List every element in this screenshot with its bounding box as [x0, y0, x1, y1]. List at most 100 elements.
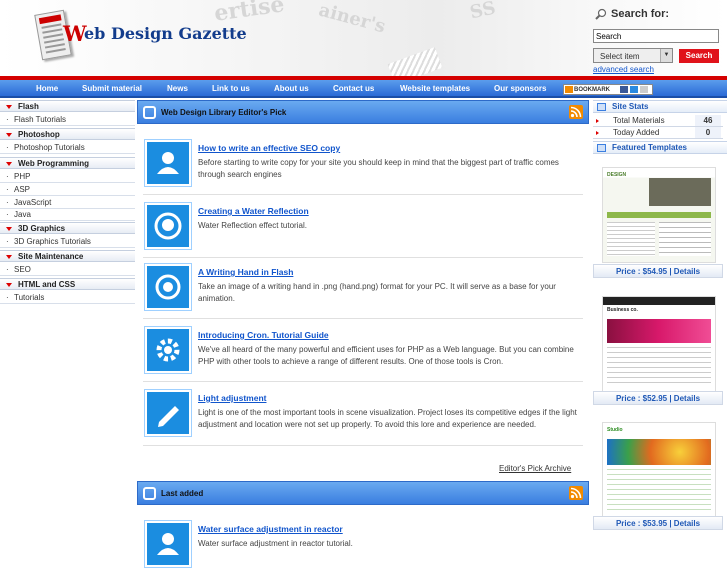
rss-icon[interactable] — [569, 486, 583, 500]
template-details-link[interactable]: Details — [674, 267, 700, 276]
editors-pick-header: Web Design Library Editor's Pick — [137, 100, 589, 124]
category-label: Flash — [18, 102, 39, 111]
stats-icon — [597, 103, 606, 111]
advanced-search-link[interactable]: advanced search — [593, 65, 654, 74]
user-icon[interactable] — [144, 520, 192, 568]
refresh-icon[interactable] — [144, 263, 192, 311]
template-thumbnail[interactable]: Studio — [602, 422, 716, 518]
category-select[interactable]: Select item ▼ — [593, 48, 673, 63]
stat-label: Total Materials — [613, 116, 665, 125]
user-icon[interactable] — [144, 139, 192, 187]
category-label: Photoshop — [18, 130, 60, 139]
article-desc: We've all heard of the many powerful and… — [198, 345, 574, 366]
last-added-title: Last added — [161, 489, 204, 498]
nav-about-us[interactable]: About us — [274, 84, 309, 93]
sidebar-item-java[interactable]: · Java — [0, 209, 135, 221]
category-3d-graphics[interactable]: 3D Graphics — [0, 222, 135, 234]
article-item: A Writing Hand in Flash Take an image of… — [143, 263, 583, 319]
category-label: HTML and CSS — [18, 280, 76, 289]
nav-news[interactable]: News — [167, 84, 188, 93]
template-price: Price : $53.95 — [615, 519, 668, 528]
template-details-link[interactable]: Details — [674, 394, 700, 403]
template-thumbnail[interactable]: Business co. — [602, 296, 716, 392]
expand-icon — [6, 227, 12, 231]
nav-link-to-us[interactable]: Link to us — [212, 84, 250, 93]
expand-icon — [6, 133, 12, 137]
category-select-value: Select item — [600, 52, 640, 61]
search-input[interactable] — [593, 29, 719, 43]
sidebar-item-label: JavaScript — [14, 198, 52, 207]
article-title[interactable]: Creating a Water Reflection — [198, 206, 309, 216]
article-desc: Water surface adjustment in reactor tuto… — [198, 539, 353, 548]
article-title[interactable]: Water surface adjustment in reactor — [198, 524, 343, 534]
facebook-icon — [620, 86, 628, 93]
expand-icon — [6, 162, 12, 166]
rss-icon[interactable] — [569, 105, 583, 119]
template-brand: Studio — [607, 427, 623, 433]
last-added-header: Last added — [137, 481, 589, 505]
nav-home[interactable]: Home — [36, 84, 58, 93]
template-price: Price : $54.95 — [615, 267, 668, 276]
bg-word: ainer's — [316, 0, 388, 38]
template-price-bar: Price : $53.95 | Details — [593, 516, 723, 530]
template-thumbnail[interactable]: DESIGN — [602, 167, 716, 263]
expand-icon — [6, 255, 12, 259]
pencil-icon[interactable] — [144, 389, 192, 437]
article-title[interactable]: Introducing Cron. Tutorial Guide — [198, 330, 329, 340]
article-item: Creating a Water Reflection Water Reflec… — [143, 202, 583, 258]
sidebar-item-flash-tutorials[interactable]: · Flash Tutorials — [0, 114, 135, 126]
section-icon — [143, 487, 156, 500]
nav-submit-material[interactable]: Submit material — [82, 84, 142, 93]
site-header: ertise ainer's SS W eb Design Gazette Se… — [0, 0, 727, 80]
sidebar-item-php[interactable]: · PHP — [0, 171, 135, 183]
editors-pick-archive-link[interactable]: Editor's Pick Archive — [499, 464, 571, 473]
nav-our-sponsors[interactable]: Our sponsors — [494, 84, 546, 93]
article-title[interactable]: How to write an effective SEO copy — [198, 143, 340, 153]
stat-row: Today Added 0 — [593, 127, 723, 139]
category-flash[interactable]: Flash — [0, 100, 135, 112]
gear-icon[interactable] — [144, 326, 192, 374]
sidebar-item-label: PHP — [14, 172, 31, 181]
category-site-maintenance[interactable]: Site Maintenance — [0, 250, 135, 262]
stat-value: 46 — [695, 115, 721, 126]
featured-templates-header: Featured Templates — [593, 141, 727, 154]
nav-website-templates[interactable]: Website templates — [400, 84, 470, 93]
sidebar-item-3d-graphics-tutorials[interactable]: · 3D Graphics Tutorials — [0, 236, 135, 248]
bookmark-icon — [565, 86, 573, 93]
featured-templates-title: Featured Templates — [612, 143, 687, 152]
category-html-css[interactable]: HTML and CSS — [0, 278, 135, 290]
sidebar-item-seo[interactable]: · SEO — [0, 264, 135, 276]
face-icon[interactable] — [144, 202, 192, 250]
sidebar-item-label: Tutorials — [14, 293, 45, 302]
search-button[interactable]: Search — [679, 49, 719, 63]
site-stats-header: Site Stats — [593, 100, 727, 113]
category-label: Site Maintenance — [18, 252, 84, 261]
logo-text[interactable]: eb Design Gazette — [84, 24, 247, 43]
magnifier-icon — [595, 8, 607, 20]
sidebar-item-label: Java — [14, 210, 31, 219]
template-brand: Business co. — [607, 307, 638, 313]
article-desc: Take an image of a writing hand in .png … — [198, 282, 556, 303]
nav-contact-us[interactable]: Contact us — [333, 84, 374, 93]
bookmark-button[interactable]: BOOKMARK — [563, 84, 653, 95]
category-label: 3D Graphics — [18, 224, 66, 233]
sidebar-item-javascript[interactable]: · JavaScript — [0, 197, 135, 209]
category-photoshop[interactable]: Photoshop — [0, 128, 135, 140]
editors-pick-title: Web Design Library Editor's Pick — [161, 108, 287, 117]
expand-icon — [6, 105, 12, 109]
article-title[interactable]: A Writing Hand in Flash — [198, 267, 293, 277]
site-stats-title: Site Stats — [612, 102, 649, 111]
sidebar-item-tutorials[interactable]: · Tutorials — [0, 292, 135, 304]
sidebar-item-label: SEO — [14, 265, 31, 274]
category-label: Web Programming — [18, 159, 89, 168]
bg-word: SS — [468, 0, 498, 24]
template-details-link[interactable]: Details — [674, 519, 700, 528]
expand-icon — [6, 283, 12, 287]
stat-value: 0 — [695, 127, 721, 138]
article-item: Water surface adjustment in reactor Wate… — [143, 520, 583, 576]
article-title[interactable]: Light adjustment — [198, 393, 266, 403]
sidebar-item-photoshop-tutorials[interactable]: · Photoshop Tutorials — [0, 142, 135, 154]
sidebar-item-asp[interactable]: · ASP — [0, 184, 135, 196]
category-web-programming[interactable]: Web Programming — [0, 157, 135, 169]
more-icon — [640, 86, 648, 93]
